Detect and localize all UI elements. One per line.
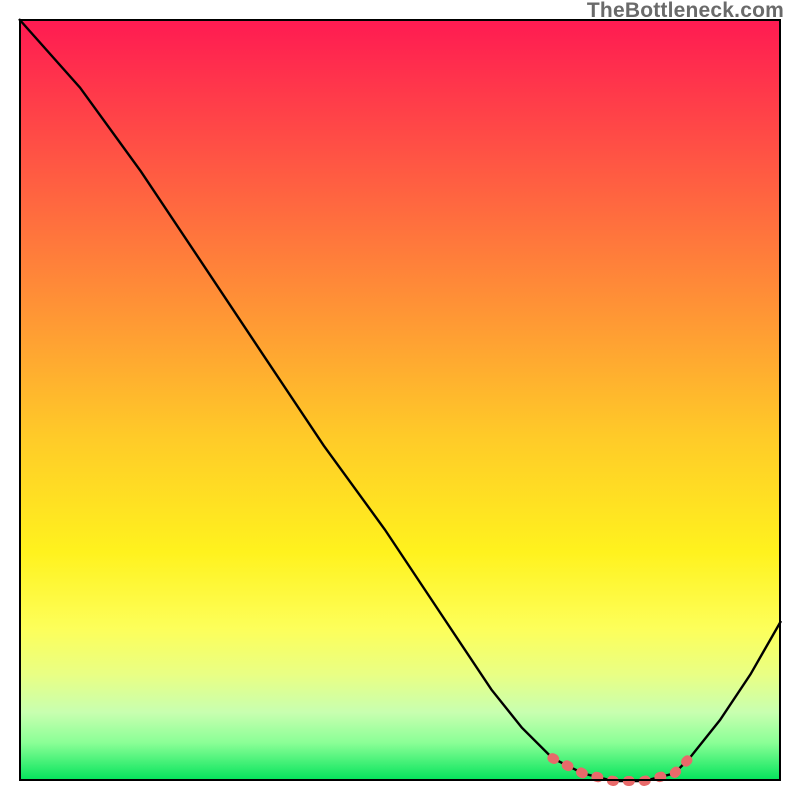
curve-main-line <box>19 19 781 781</box>
bottleneck-curve <box>19 19 781 781</box>
watermark-text: TheBottleneck.com <box>587 0 784 23</box>
